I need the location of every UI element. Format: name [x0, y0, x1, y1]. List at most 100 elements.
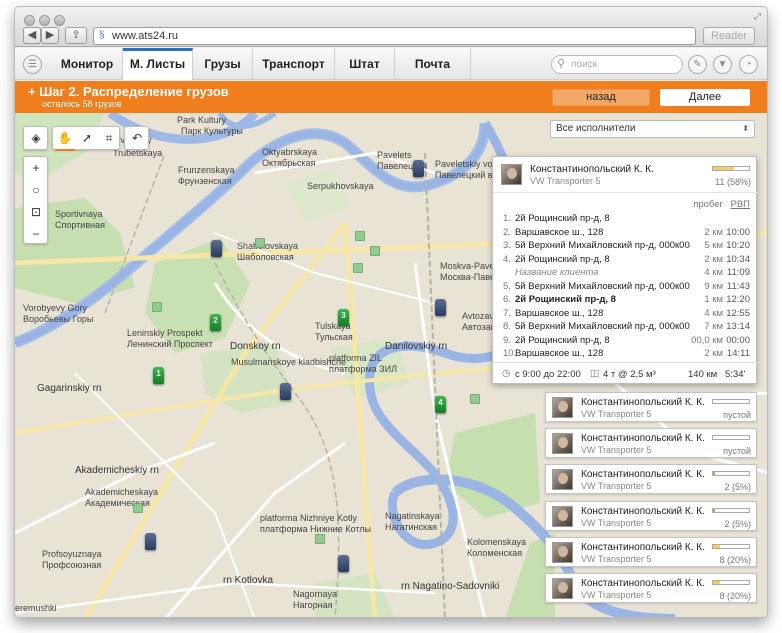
main-navigation: ☰ Монитор М. Листы Грузы Транспорт Штат … — [15, 48, 767, 80]
cargo-point[interactable] — [370, 246, 380, 256]
vehicle-marker[interactable] — [338, 555, 349, 572]
fit-bounds-icon[interactable]: ⊡ — [25, 201, 47, 223]
route-stop[interactable]: 9. 2й Рощинский пр-д, 8 00,0 км 00:00 — [493, 335, 758, 349]
vehicle-marker[interactable] — [435, 299, 446, 316]
map-label: Leninskiy Prospekt — [127, 328, 203, 338]
route-stop[interactable]: 7. Варшавское ш., 128 4 км 12:55 — [493, 308, 758, 322]
address-bar[interactable]: § www.ats24.ru — [93, 27, 696, 45]
map-label: platforma ZIL — [329, 353, 383, 363]
route-stop[interactable]: 2. Варшавское ш., 128 2 км 10:00 — [493, 227, 758, 241]
avatar — [552, 397, 573, 418]
route-marker[interactable]: 3 — [338, 309, 349, 326]
route-stop[interactable]: 6. 2й Рощинский пр-д, 8 1 км 12:20 — [493, 294, 758, 308]
attachment-icon[interactable]: ✎ — [688, 55, 707, 74]
my-location-icon[interactable]: ○ — [25, 179, 47, 201]
avatar — [552, 578, 573, 599]
stop-distance: 2 км — [704, 253, 723, 265]
route-stop[interactable]: 1. 2й Рощинский пр-д, 8 — [493, 213, 758, 227]
cargo-point[interactable] — [255, 238, 265, 248]
driver-name: Константинопольский К. К. — [581, 469, 705, 481]
active-mode-indicator — [55, 149, 75, 151]
next-button[interactable]: Далее — [660, 89, 750, 106]
cargo-point[interactable] — [470, 394, 480, 404]
pointer-icon[interactable]: ➚ — [76, 127, 98, 149]
load-count: пустой — [723, 410, 751, 420]
undo-button[interactable]: ↶ — [124, 126, 149, 150]
tab-cargo[interactable]: Грузы — [193, 48, 253, 80]
search-icon: ⚲ — [557, 58, 566, 70]
stop-time: 12:55 — [726, 307, 750, 319]
load-bar-fill — [713, 508, 715, 512]
divider — [493, 192, 758, 193]
zoom-window-button[interactable] — [54, 15, 65, 26]
avatar — [501, 164, 522, 185]
driver-card[interactable]: Константинопольский К. К. VW Transporter … — [545, 500, 757, 531]
route-stop[interactable]: 3. 5й Верхний Михайловский пр-д, 000к00 5 … — [493, 240, 758, 254]
cargo-point[interactable] — [355, 231, 365, 241]
url-text: www.ats24.ru — [112, 30, 179, 42]
route-stop[interactable]: 4. 2й Рощинский пр-д, 8 2 км 10:34 — [493, 254, 758, 268]
zoom-out-icon[interactable]: − — [25, 223, 47, 245]
stop-number: 5. — [503, 280, 511, 292]
zoom-in-icon[interactable]: + — [25, 157, 47, 179]
vehicle-marker[interactable] — [211, 240, 222, 257]
route-marker[interactable]: 4 — [435, 396, 446, 413]
driver-card[interactable]: Константинопольский К. К. VW Transporter … — [545, 536, 757, 567]
tab-staff[interactable]: Штат — [335, 48, 395, 80]
driver-card[interactable]: Константинопольский К. К. VW Transporter … — [545, 428, 757, 459]
driver-name: Константинопольский К. К. — [530, 164, 654, 175]
driver-name: Константинопольский К. К. — [581, 541, 705, 553]
driver-card[interactable]: Константинопольский К. К. VW Transporter … — [545, 573, 757, 603]
driver-card[interactable]: Константинопольский К. К. VW Transporter … — [545, 464, 757, 495]
share-icon[interactable]: ⇪ — [65, 27, 87, 44]
tab-monitor[interactable]: Монитор — [52, 48, 123, 80]
filter-icon[interactable]: ▼ — [713, 55, 732, 74]
map-label: Nagornaya — [293, 589, 338, 599]
hand-pan-icon[interactable]: ✋ — [54, 127, 76, 149]
executor-select-value: Все исполнители — [556, 123, 636, 134]
route-stop[interactable]: 8. 5й Верхний Михайловский пр-д, 000к00 7 … — [493, 321, 758, 335]
tab-route-sheets[interactable]: М. Листы — [123, 48, 193, 80]
cargo-point[interactable] — [315, 534, 325, 544]
crop-select-icon[interactable]: ⌗ — [98, 127, 120, 149]
map-label: Спортивная — [55, 220, 105, 230]
zoom-controls: + ○ ⊡ − — [23, 156, 48, 244]
total-distance: 140 км — [688, 369, 718, 380]
stop-distance: 5 км — [704, 240, 723, 251]
layers-button[interactable]: ◈ — [23, 126, 48, 150]
map-label: Шаболовская — [237, 252, 294, 262]
vehicle-marker[interactable] — [413, 160, 424, 177]
menu-icon[interactable]: ☰ — [23, 55, 42, 74]
search-input[interactable]: ⚲ поиск — [551, 55, 683, 74]
tab-transport[interactable]: Транспорт — [253, 48, 335, 80]
cargo-point[interactable] — [353, 263, 363, 273]
map-label: Коломенская — [467, 548, 523, 558]
close-window-button[interactable] — [24, 15, 35, 26]
route-stop[interactable]: 5. 5й Верхний Михайловский пр-д, 000к00 9 … — [493, 281, 758, 295]
minimize-window-button[interactable] — [39, 15, 50, 26]
load-bar — [712, 166, 750, 171]
route-stop[interactable]: 10. Варшавское ш., 128 2 км 14:11 — [493, 348, 758, 362]
reader-button[interactable]: Reader — [703, 27, 755, 45]
back-button[interactable]: назад — [552, 89, 650, 106]
vehicle-marker[interactable] — [145, 533, 156, 550]
executor-select[interactable]: Все исполнители ⬍ — [550, 120, 755, 138]
driver-card[interactable]: Константинопольский К. К. VW Transporter … — [545, 392, 757, 422]
cargo-point[interactable] — [133, 503, 143, 513]
load-bar — [712, 471, 750, 477]
route-stop[interactable]: Название клиента 4 км 11:09 — [493, 267, 758, 281]
forward-arrow-icon[interactable]: ▶ — [41, 27, 59, 44]
speedometer-icon[interactable]: ◔ — [739, 55, 758, 74]
back-arrow-icon[interactable]: ◀ — [23, 27, 41, 44]
tab-mail[interactable]: Почта — [395, 48, 471, 80]
driver-car: VW Transporter 5 — [581, 409, 652, 419]
route-marker[interactable]: 1 — [153, 367, 164, 384]
map-view[interactable]: Park Kultury Парк Культуры Tverskoy Trub… — [15, 113, 767, 617]
cargo-point[interactable] — [152, 302, 162, 312]
route-marker[interactable]: 2 — [210, 314, 221, 331]
browser-window: ⤢ ◀ ▶ ⇪ § www.ats24.ru Reader ☰ Монитор … — [14, 6, 768, 618]
stop-time: 10:00 — [726, 226, 750, 238]
map-label: eremushki — [15, 603, 57, 613]
fullscreen-icon[interactable]: ⤢ — [754, 11, 761, 22]
vehicle-marker[interactable] — [280, 383, 291, 400]
